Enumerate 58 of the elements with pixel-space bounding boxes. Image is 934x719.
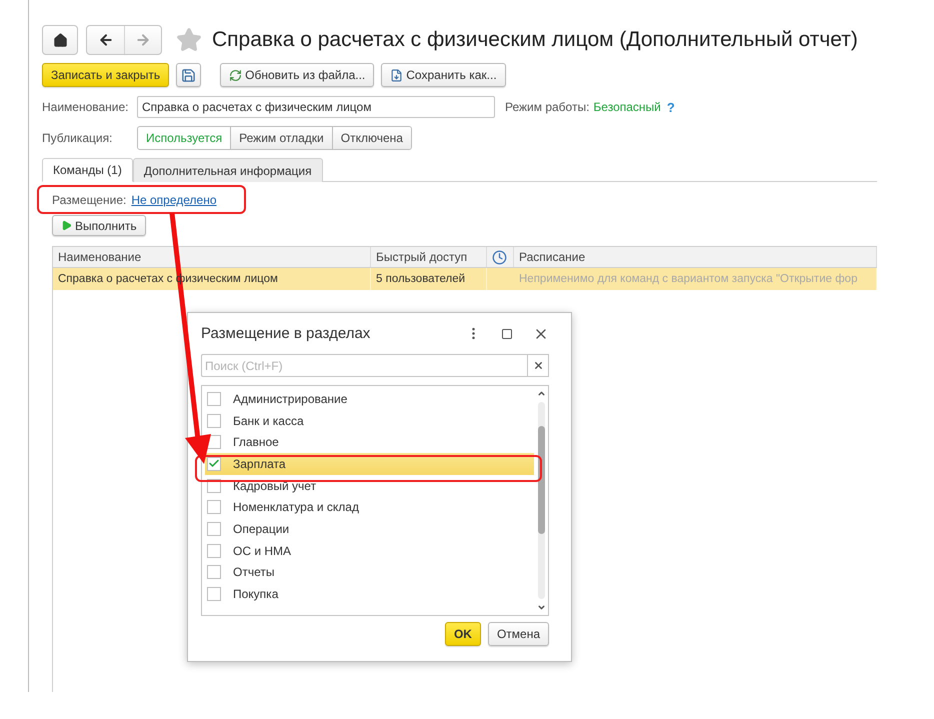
refresh-icon — [229, 68, 242, 82]
mode-label: Режим работы: — [505, 100, 590, 114]
checkbox[interactable] — [207, 544, 221, 558]
home-button[interactable] — [42, 25, 78, 55]
column-header[interactable]: Расписание — [514, 247, 877, 267]
help-link[interactable]: ? — [666, 100, 675, 114]
scroll-down-icon[interactable] — [536, 603, 546, 612]
section-item[interactable]: Зарплата — [205, 453, 534, 475]
mode-value: Безопасный — [593, 100, 661, 114]
maximize-icon[interactable] — [501, 328, 513, 340]
left-arrow-icon — [98, 32, 114, 48]
publication-option[interactable]: Отключена — [332, 127, 411, 149]
checkbox[interactable] — [207, 456, 221, 471]
publication-option[interactable]: Режим отладки — [230, 127, 332, 149]
column-header[interactable]: Наименование — [53, 247, 371, 267]
tab[interactable]: Дополнительная информация — [132, 158, 323, 182]
toolbar-button[interactable]: Обновить из файла... — [220, 63, 374, 87]
section-item[interactable]: Отчеты — [205, 562, 534, 584]
scroll-up-icon[interactable] — [536, 389, 546, 398]
save-button[interactable] — [176, 63, 202, 87]
checkbox[interactable] — [207, 500, 221, 514]
window-title: Справка о расчетах с физическим лицом (Дополнительный отчет) — [212, 28, 858, 52]
section-item[interactable]: Покупка — [205, 583, 534, 605]
table-cell: Неприменимо для команд с вариантом запуска "Открытие фор — [514, 268, 877, 290]
column-header[interactable]: Быстрый доступ — [371, 247, 487, 267]
name-field[interactable]: Справка о расчетах с физическим лицом — [137, 96, 495, 118]
tab[interactable]: Команды (1) — [42, 158, 133, 182]
placement-label: Размещение: — [52, 193, 126, 207]
run-button[interactable]: Выполнить — [52, 215, 146, 236]
favorite-star-icon[interactable] — [176, 27, 202, 53]
play-icon — [61, 220, 72, 231]
toolbar-button[interactable]: Сохранить как... — [381, 63, 506, 87]
section-item[interactable]: ОС и НМА — [205, 540, 534, 562]
field-label: Наименование: — [42, 100, 130, 114]
dialog-title: Размещение в разделах — [201, 325, 372, 342]
section-item[interactable]: Банк и касса — [205, 410, 534, 432]
clear-button[interactable] — [527, 354, 549, 377]
checkbox[interactable] — [207, 565, 221, 580]
section-item[interactable]: Номенклатура и склад — [205, 496, 534, 518]
cancel-button[interactable]: Отмена — [488, 622, 549, 646]
clock-icon — [492, 250, 507, 264]
section-item[interactable]: Кадровый учет — [205, 474, 534, 496]
search-field[interactable]: Поиск (Ctrl+F) — [201, 354, 527, 377]
checkbox[interactable] — [207, 414, 221, 428]
save-and-close-button[interactable]: Записать и закрыть — [42, 63, 170, 87]
section-item[interactable]: Операции — [205, 518, 534, 540]
checkbox[interactable] — [207, 392, 221, 406]
section-item[interactable]: Администрирование — [205, 388, 534, 410]
placement-link[interactable]: Не определено — [131, 193, 217, 207]
ok-button[interactable]: OK — [444, 622, 481, 646]
home-icon — [52, 32, 68, 48]
clear-icon — [532, 360, 544, 371]
field-label: Публикация: — [42, 131, 114, 145]
table-cell: 5 пользователей — [371, 268, 487, 290]
scrollbar-thumb[interactable] — [538, 426, 544, 534]
checkbox[interactable] — [207, 522, 221, 536]
checkbox[interactable] — [207, 587, 221, 602]
document-save-icon — [390, 68, 404, 82]
